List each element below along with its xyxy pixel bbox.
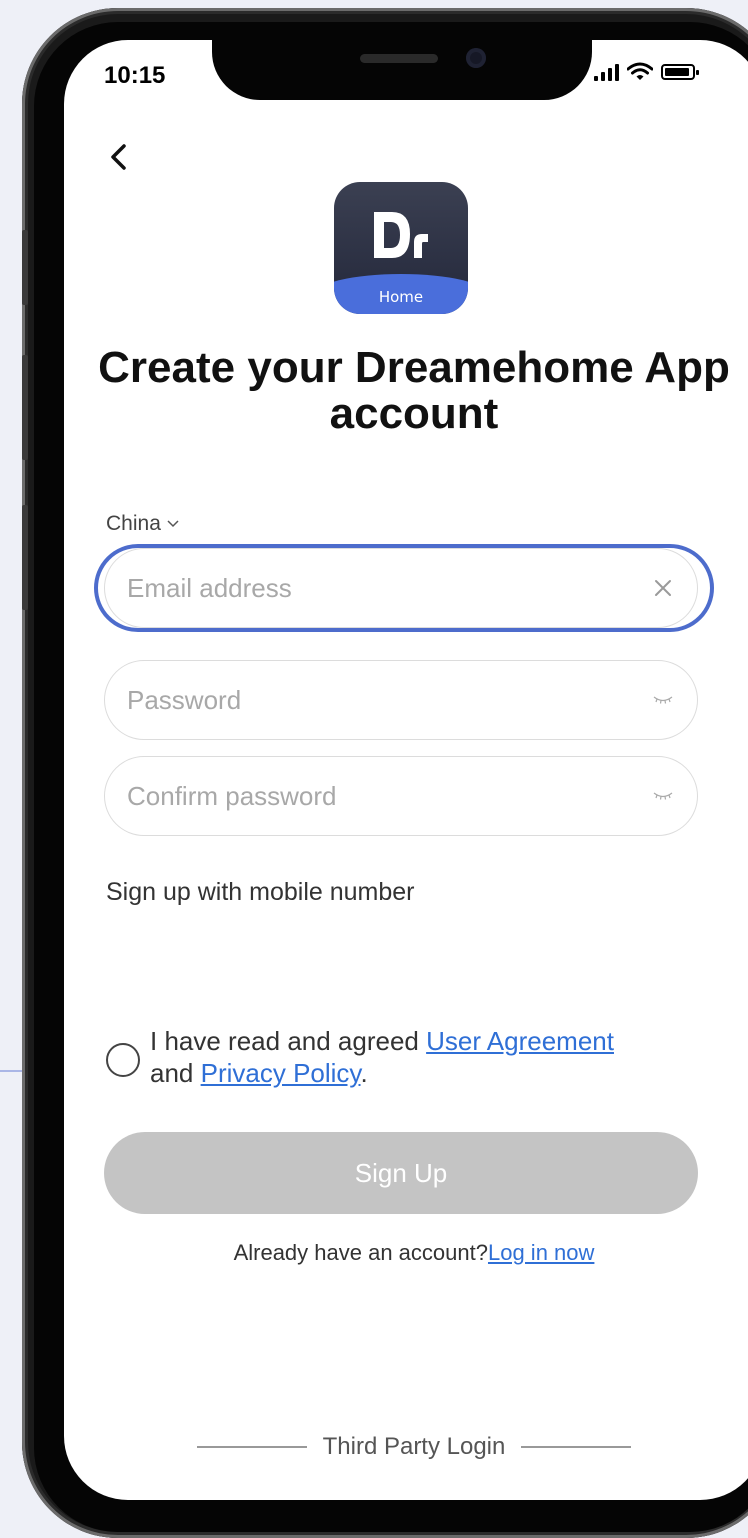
app-logo: Home <box>334 182 468 314</box>
third-party-login: Third Party Login <box>64 1433 748 1461</box>
divider-left <box>196 1446 307 1448</box>
signal-icon <box>594 63 619 81</box>
wifi-icon <box>627 62 653 80</box>
signup-button[interactable]: Sign Up <box>104 1132 698 1214</box>
agreement-radio[interactable] <box>106 1043 140 1077</box>
speaker-grille <box>360 54 438 63</box>
agreement-suffix: . <box>360 1058 368 1088</box>
agreement-row: I have read and agreed User Agreement an… <box>106 1025 696 1089</box>
logo-word: Home <box>378 288 424 306</box>
confirm-password-input[interactable] <box>125 779 653 813</box>
status-icons <box>594 62 699 82</box>
user-agreement-link[interactable]: User Agreement <box>426 1026 614 1056</box>
agreement-middle: and <box>150 1058 201 1088</box>
agreement-text: I have read and agreed User Agreement an… <box>150 1025 614 1089</box>
confirm-password-field[interactable] <box>104 756 698 836</box>
login-link[interactable]: Log in now <box>488 1240 594 1265</box>
back-chevron-icon[interactable] <box>104 140 134 174</box>
agreement-prefix: I have read and agreed <box>150 1026 427 1056</box>
login-row: Already have an account?Log in now <box>64 1240 748 1266</box>
volume-down-button <box>22 505 28 610</box>
password-field[interactable] <box>104 660 698 740</box>
dreame-logo-mark-icon <box>374 212 428 258</box>
status-time: 10:15 <box>104 62 166 89</box>
volume-up-button <box>22 355 28 460</box>
region-selector[interactable]: China <box>106 512 179 536</box>
page-title: Create your Dreamehome App account <box>98 343 730 438</box>
mobile-signup-link[interactable]: Sign up with mobile number <box>106 878 415 907</box>
phone-screen: 10:15 Home Create your Dreamehome App ac… <box>64 40 748 1500</box>
third-party-label: Third Party Login <box>322 1433 506 1460</box>
email-input[interactable] <box>125 571 653 605</box>
region-label: China <box>106 512 161 535</box>
notch <box>212 40 592 100</box>
email-field[interactable] <box>104 548 698 628</box>
password-input[interactable] <box>125 683 653 717</box>
battery-icon <box>661 64 699 80</box>
front-camera <box>466 48 486 68</box>
eye-closed-icon[interactable] <box>653 790 673 802</box>
clear-icon[interactable] <box>653 578 673 598</box>
divider-right <box>521 1446 632 1448</box>
chevron-down-icon <box>167 520 179 528</box>
privacy-policy-link[interactable]: Privacy Policy <box>201 1058 361 1088</box>
eye-closed-icon[interactable] <box>653 694 673 706</box>
login-prompt: Already have an account? <box>233 1240 488 1265</box>
mute-switch <box>22 230 28 305</box>
